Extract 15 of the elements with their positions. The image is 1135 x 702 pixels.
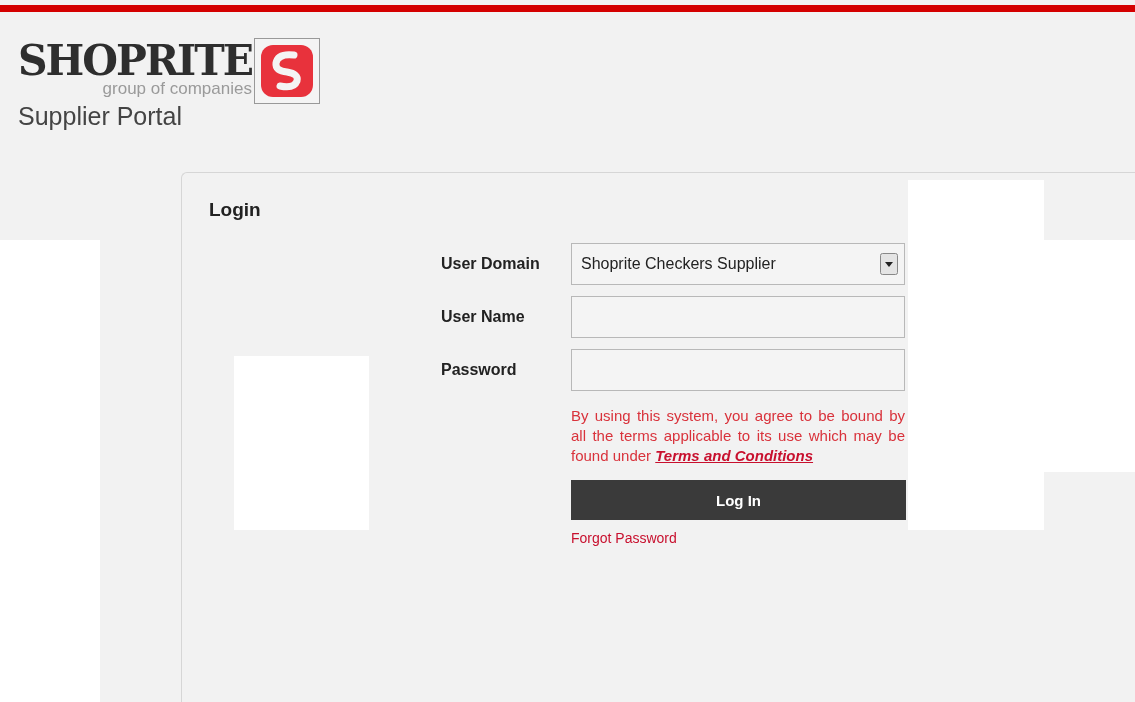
portal-title: Supplier Portal <box>18 102 183 131</box>
username-field[interactable] <box>571 296 905 338</box>
login-title: Login <box>209 199 262 221</box>
field-label: User Name <box>440 307 526 327</box>
logo-icon <box>253 38 320 104</box>
field-label: Password <box>440 360 518 380</box>
terms-notice: By using this system, you agree to be bound by all the terms applicable to its use which may be found under Terms and Conditions <box>571 406 905 466</box>
login-button[interactable]: Log In <box>571 480 906 520</box>
logo-tagline: group of companies <box>102 80 252 98</box>
password-field[interactable] <box>571 349 905 391</box>
terms-link[interactable]: Terms and Conditions <box>655 447 814 464</box>
forgot-password-link[interactable]: Forgot Password <box>571 530 677 546</box>
caret-icon <box>880 253 898 275</box>
field-label: User Domain <box>440 254 541 274</box>
domain-dropdown[interactable]: Shoprite Checkers Supplier <box>571 243 905 285</box>
